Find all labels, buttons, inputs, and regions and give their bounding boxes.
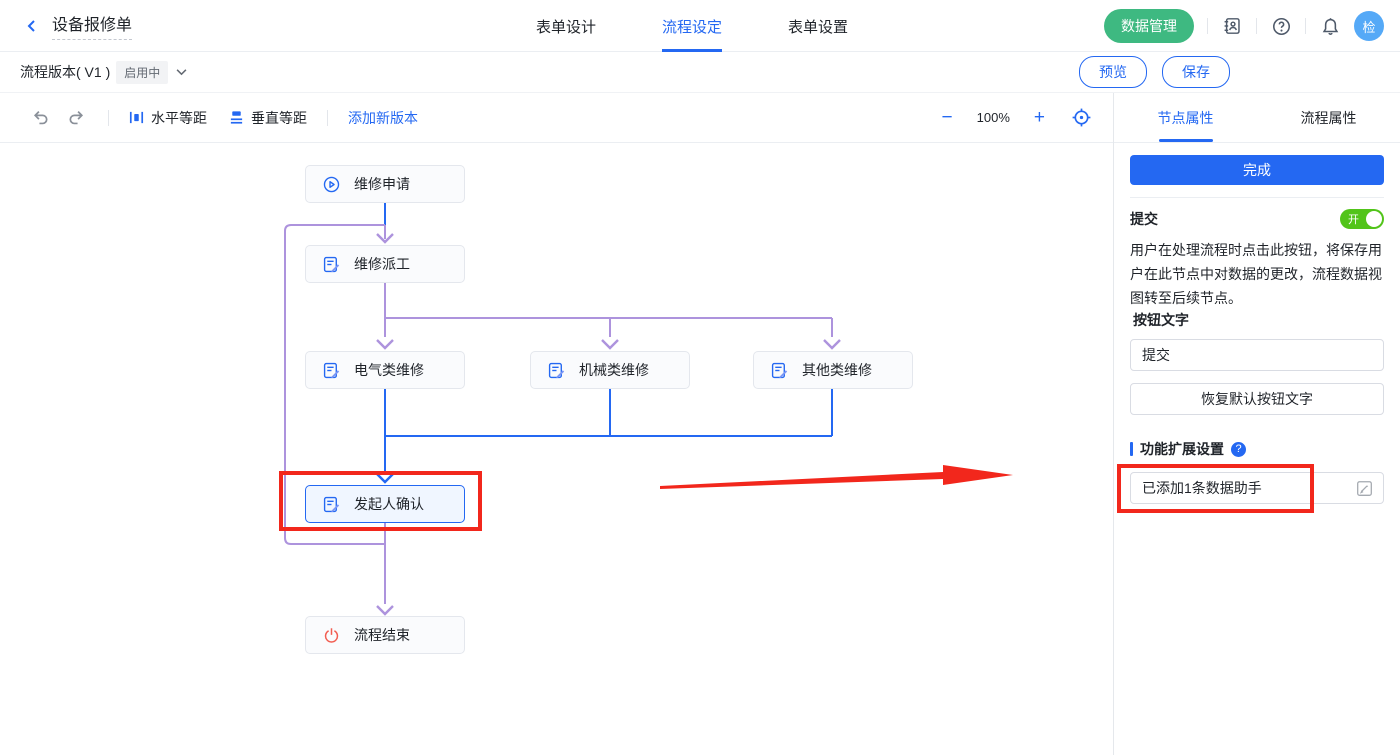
divider [108,110,109,126]
complete-button[interactable]: 完成 [1130,155,1384,185]
button-text-input[interactable] [1130,339,1384,371]
zoom-level: 100% [977,110,1010,125]
undo-button[interactable] [28,106,52,130]
horizontal-spacing-button[interactable]: 水平等距 [129,108,207,128]
divider [1305,18,1306,34]
node-confirm[interactable]: 发起人确认 [305,485,465,523]
redo-icon [68,109,85,126]
vertical-spacing-button[interactable]: 垂直等距 [229,108,307,128]
node-label: 发起人确认 [354,494,424,514]
submit-toggle[interactable]: 开 [1340,209,1384,229]
zoom-in-button[interactable]: + [1034,108,1045,127]
form-edit-icon [323,362,340,379]
divider [1207,18,1208,34]
annotation-arrow [660,465,1013,489]
play-circle-icon [323,176,340,193]
submit-description: 用户在处理流程时点击此按钮，将保存用户在此节点中对数据的更改，流程数据视图转至后… [1130,238,1384,310]
node-start[interactable]: 维修申请 [305,165,465,203]
data-manage-button[interactable]: 数据管理 [1104,9,1194,43]
preview-button[interactable]: 预览 [1079,56,1147,88]
reset-button-text-button[interactable]: 恢复默认按钮文字 [1130,383,1384,415]
help-icon[interactable] [1270,15,1292,37]
notification-bell-icon[interactable] [1319,15,1341,37]
tab-node-properties[interactable]: 节点属性 [1114,93,1257,142]
submit-label: 提交 [1130,209,1158,229]
toggle-on-label: 开 [1348,211,1359,227]
fit-view-button[interactable] [1069,106,1093,130]
zoom-out-button[interactable]: − [942,108,953,127]
node-mechanical[interactable]: 机械类维修 [530,351,690,389]
node-electrical[interactable]: 电气类维修 [305,351,465,389]
divider [1130,197,1384,198]
properties-panel: 节点属性 流程属性 完成 提交 开 用户在处理流程时点击此按钮，将保存用户在此节… [1113,93,1400,755]
app-header: 设备报修单 表单设计 流程设定 表单设置 数据管理 [0,0,1400,52]
node-other[interactable]: 其他类维修 [753,351,913,389]
add-version-button[interactable]: 添加新版本 [348,108,418,128]
tab-form-design[interactable]: 表单设计 [536,0,596,52]
node-label: 维修派工 [354,254,410,274]
node-end[interactable]: 流程结束 [305,616,465,654]
form-edit-icon [323,256,340,273]
contact-book-icon[interactable] [1221,15,1243,37]
node-dispatch[interactable]: 维修派工 [305,245,465,283]
avatar[interactable]: 检 [1354,11,1384,41]
form-edit-icon [323,496,340,513]
node-label: 机械类维修 [579,360,649,380]
canvas-toolbar: 水平等距 垂直等距 添加新版本 − 100% + [0,93,1113,143]
save-button[interactable]: 保存 [1162,56,1230,88]
version-label: 流程版本( V1 ) [20,62,110,82]
tab-flow-properties[interactable]: 流程属性 [1257,93,1400,142]
form-edit-icon [771,362,788,379]
vertical-spacing-icon [229,110,244,125]
data-assistant-field[interactable]: 已添加1条数据助手 [1130,472,1384,504]
redo-button[interactable] [64,106,88,130]
form-edit-icon [548,362,565,379]
back-button[interactable] [22,16,42,36]
undo-icon [32,109,49,126]
flow-canvas[interactable]: 维修申请 维修派工 [0,143,1113,755]
node-label: 电气类维修 [354,360,424,380]
section-marker [1130,442,1133,456]
extension-section-title: 功能扩展设置 [1140,439,1224,459]
status-badge: 启用中 [116,61,168,84]
page-title[interactable]: 设备报修单 [52,11,132,40]
data-assistant-value: 已添加1条数据助手 [1142,478,1356,498]
node-label: 其他类维修 [802,360,872,380]
toggle-knob [1366,211,1382,227]
node-label: 流程结束 [354,625,410,645]
crosshair-icon [1072,108,1091,127]
horizontal-spacing-icon [129,110,144,125]
back-chevron-icon [25,19,39,33]
flow-edges [0,143,1113,755]
version-bar: 流程版本( V1 ) 启用中 预览 保存 [0,52,1400,93]
power-icon [323,627,340,644]
chevron-down-icon [176,68,187,76]
edit-icon[interactable] [1356,480,1373,497]
divider [1256,18,1257,34]
node-label: 维修申请 [354,174,410,194]
version-dropdown[interactable] [176,68,187,76]
divider [327,110,328,126]
tab-form-setting[interactable]: 表单设置 [788,0,848,52]
help-icon[interactable]: ? [1231,442,1246,457]
main-tabs: 表单设计 流程设定 表单设置 [536,0,848,52]
button-text-label: 按钮文字 [1130,310,1384,330]
tab-flow-setting[interactable]: 流程设定 [662,0,722,52]
